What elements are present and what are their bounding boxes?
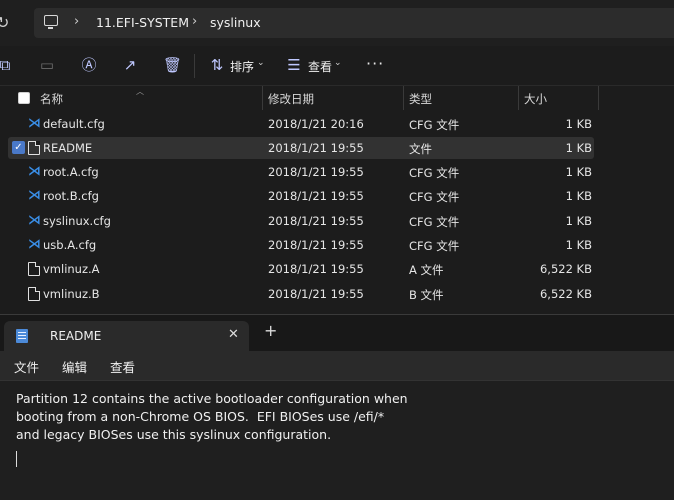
file-row-selected[interactable]: ✓ README 2018/1/21 19:55 文件 1 KB: [8, 137, 594, 159]
file-row[interactable]: ⋊ root.A.cfg 2018/1/21 19:55 CFG 文件 1 KB: [8, 161, 594, 183]
file-row[interactable]: ⋊ default.cfg 2018/1/21 20:16 CFG 文件 1 K…: [8, 113, 594, 135]
more-options-icon[interactable]: ···: [366, 54, 384, 73]
column-divider[interactable]: [262, 86, 263, 110]
file-type: CFG 文件: [409, 190, 460, 204]
file-size: 1 KB: [565, 141, 592, 155]
file-type: 文件: [409, 142, 432, 156]
file-size: 6,522 KB: [539, 262, 592, 276]
file-date: 2018/1/21 20:16: [268, 117, 364, 131]
view-icon[interactable]: ☰: [285, 56, 303, 74]
file-date: 2018/1/21 19:55: [268, 262, 364, 276]
file-list-header: ︿ 名称 修改日期 类型 大小: [0, 86, 674, 110]
vscode-file-icon: ⋊: [28, 237, 41, 252]
file-type: CFG 文件: [409, 239, 460, 253]
breadcrumb-syslinux[interactable]: syslinux: [210, 15, 261, 30]
chevron-down-icon[interactable]: ⌄: [257, 58, 265, 68]
file-name: default.cfg: [43, 117, 105, 131]
chevron-right-icon[interactable]: ›: [192, 14, 197, 29]
document-icon: [28, 141, 40, 155]
text-editor[interactable]: Partition 12 contains the active bootloa…: [0, 381, 674, 500]
address-bar[interactable]: › 11.EFI-SYSTEM › syslinux: [34, 8, 674, 38]
notepad-tab-title: README: [50, 329, 102, 343]
chevron-down-icon[interactable]: ⌄: [334, 58, 342, 68]
vscode-file-icon: ⋊: [28, 213, 41, 228]
file-name: vmlinuz.B: [43, 287, 100, 301]
file-size: 1 KB: [565, 189, 592, 203]
editor-line: and legacy BIOSes use this syslinux conf…: [16, 427, 332, 442]
paste-icon[interactable]: ▭: [38, 56, 56, 74]
share-icon[interactable]: ↗: [121, 56, 139, 74]
file-size: 1 KB: [565, 238, 592, 252]
command-toolbar: ⧉ ▭ Ⓐ ↗ 🗑 ⇅ 排序 ⌄ ☰ 查看 ⌄ ···: [0, 46, 674, 86]
file-date: 2018/1/21 19:55: [268, 287, 364, 301]
column-header-date[interactable]: 修改日期: [268, 91, 314, 107]
text-caret: [16, 451, 17, 467]
rename-icon[interactable]: Ⓐ: [80, 56, 98, 74]
file-size: 1 KB: [565, 165, 592, 179]
file-type: A 文件: [409, 263, 444, 277]
file-type: CFG 文件: [409, 166, 460, 180]
notepad-menu-bar: 文件 编辑 查看: [0, 351, 674, 381]
vscode-file-icon: ⋊: [28, 188, 41, 203]
file-row[interactable]: ⋊ root.B.cfg 2018/1/21 19:55 CFG 文件 1 KB: [8, 185, 594, 207]
file-size: 6,522 KB: [539, 287, 592, 301]
select-all-checkbox[interactable]: [18, 92, 30, 104]
view-button[interactable]: 查看: [308, 58, 332, 75]
file-size: 1 KB: [565, 117, 592, 131]
notepad-tab[interactable]: README ✕: [4, 321, 249, 351]
menu-file[interactable]: 文件: [14, 357, 39, 376]
sort-button[interactable]: 排序: [230, 58, 254, 75]
column-divider[interactable]: [598, 86, 599, 110]
chevron-right-icon[interactable]: ›: [74, 14, 79, 29]
row-checkbox-checked[interactable]: ✓: [12, 141, 25, 154]
file-row[interactable]: vmlinuz.B 2018/1/21 19:55 B 文件 6,522 KB: [8, 283, 594, 305]
menu-view[interactable]: 查看: [110, 357, 135, 376]
file-date: 2018/1/21 19:55: [268, 165, 364, 179]
document-icon: [28, 287, 40, 301]
column-header-size[interactable]: 大小: [524, 91, 547, 107]
menu-edit[interactable]: 编辑: [62, 357, 87, 376]
vscode-file-icon: ⋊: [28, 116, 41, 131]
file-type: B 文件: [409, 288, 444, 302]
close-tab-icon[interactable]: ✕: [228, 327, 239, 342]
breadcrumb-efi-system[interactable]: 11.EFI-SYSTEM: [96, 15, 189, 30]
refresh-icon[interactable]: ↻: [0, 14, 14, 32]
file-type: CFG 文件: [409, 118, 460, 132]
delete-icon[interactable]: 🗑: [163, 56, 182, 74]
file-row[interactable]: ⋊ syslinux.cfg 2018/1/21 19:55 CFG 文件 1 …: [8, 210, 594, 232]
file-row[interactable]: vmlinuz.A 2018/1/21 19:55 A 文件 6,522 KB: [8, 258, 594, 280]
this-pc-icon[interactable]: [44, 15, 58, 29]
file-row[interactable]: ⋊ usb.A.cfg 2018/1/21 19:55 CFG 文件 1 KB: [8, 234, 594, 256]
file-date: 2018/1/21 19:55: [268, 189, 364, 203]
file-name: root.A.cfg: [43, 165, 99, 179]
file-date: 2018/1/21 19:55: [268, 238, 364, 252]
document-icon: [28, 262, 40, 276]
file-date: 2018/1/21 19:55: [268, 141, 364, 155]
new-tab-icon[interactable]: +: [264, 323, 277, 339]
copy-icon[interactable]: ⧉: [0, 56, 14, 74]
file-name: usb.A.cfg: [43, 238, 97, 252]
sort-icon[interactable]: ⇅: [208, 56, 226, 74]
file-name: syslinux.cfg: [43, 214, 111, 228]
file-type: CFG 文件: [409, 215, 460, 229]
column-divider[interactable]: [518, 86, 519, 110]
file-date: 2018/1/21 19:55: [268, 214, 364, 228]
address-bar-row: ↻ › 11.EFI-SYSTEM › syslinux: [0, 0, 674, 46]
vscode-file-icon: ⋊: [28, 164, 41, 179]
column-header-type[interactable]: 类型: [409, 91, 432, 107]
editor-line: booting from a non-Chrome OS BIOS. EFI B…: [16, 409, 385, 424]
file-name: README: [43, 141, 93, 155]
sort-caret-icon: ︿: [136, 87, 144, 96]
column-divider[interactable]: [403, 86, 404, 110]
file-size: 1 KB: [565, 214, 592, 228]
file-name: vmlinuz.A: [43, 262, 100, 276]
editor-line: Partition 12 contains the active bootloa…: [16, 391, 408, 406]
column-header-name[interactable]: 名称: [40, 91, 63, 107]
file-name: root.B.cfg: [43, 189, 99, 203]
notepad-window: README ✕ + 文件 编辑 查看 Partition 12 contain…: [0, 314, 674, 500]
notepad-tab-bar: README ✕ +: [0, 315, 674, 351]
notepad-icon: [16, 329, 28, 343]
toolbar-divider: [194, 54, 195, 78]
